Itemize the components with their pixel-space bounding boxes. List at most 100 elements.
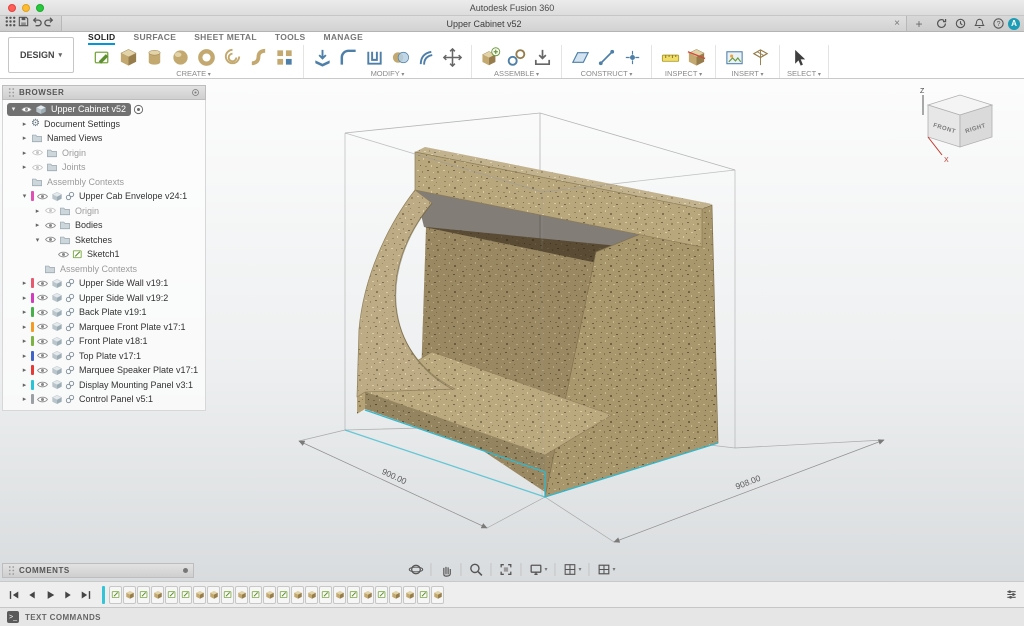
- bell-icon[interactable]: [973, 17, 986, 30]
- dimension-left-label[interactable]: 900.00: [380, 466, 408, 486]
- browser-tree-row[interactable]: ▸Upper Side Wall v19:2: [3, 291, 205, 306]
- tool-offset-icon[interactable]: [415, 46, 438, 69]
- visibility-eye-icon[interactable]: [36, 380, 49, 389]
- visibility-eye-icon[interactable]: [57, 250, 70, 259]
- browser-tree-row[interactable]: Sketch1: [3, 247, 205, 262]
- close-tab-icon[interactable]: ×: [894, 17, 900, 30]
- browser-tree-row[interactable]: ▾Upper Cabinet v52: [3, 102, 205, 117]
- browser-tree-row[interactable]: ▸Marquee Speaker Plate v17:1: [3, 363, 205, 378]
- step-back-button[interactable]: [24, 587, 40, 603]
- expander-down-icon[interactable]: ▾: [20, 192, 29, 200]
- timeline-feature-sketch[interactable]: [165, 586, 178, 604]
- timeline-feature-sketch[interactable]: [417, 586, 430, 604]
- timeline-feature-sketch[interactable]: [137, 586, 150, 604]
- timeline-feature-sketch[interactable]: [179, 586, 192, 604]
- selected-root-item[interactable]: ▾Upper Cabinet v52: [7, 103, 131, 116]
- browser-tree-row[interactable]: Assembly Contexts: [3, 262, 205, 277]
- tool-pipe-icon[interactable]: [247, 46, 270, 69]
- tool-sketch-icon[interactable]: [91, 46, 114, 69]
- visibility-eye-icon[interactable]: [31, 148, 44, 157]
- expander-right-icon[interactable]: ▸: [20, 395, 29, 403]
- pan-icon[interactable]: [438, 562, 453, 577]
- timeline-feature-sketch[interactable]: [249, 586, 262, 604]
- view-cube[interactable]: Z FRONT RIGHT X: [910, 85, 1010, 167]
- expander-right-icon[interactable]: ▸: [20, 149, 29, 157]
- viewport-canvas[interactable]: 900.00 908.00 Z FRONT RIGHT X BROWSER ▾U…: [0, 79, 1024, 581]
- step-forward-button[interactable]: [60, 587, 76, 603]
- browser-tree-row[interactable]: ▸Bodies: [3, 218, 205, 233]
- tool-move-icon[interactable]: [441, 46, 464, 69]
- expander-right-icon[interactable]: ▸: [20, 163, 29, 171]
- browser-tree-row[interactable]: ▸Display Mounting Panel v3:1: [3, 378, 205, 393]
- timeline-feature-sketch[interactable]: [319, 586, 332, 604]
- browser-tree-row[interactable]: ▸Upper Side Wall v19:1: [3, 276, 205, 291]
- browser-tree-row[interactable]: ▸Origin: [3, 204, 205, 219]
- ribbon-tab-manage[interactable]: MANAGE: [323, 32, 363, 45]
- display-icon[interactable]: ▾: [528, 562, 547, 577]
- visibility-eye-icon[interactable]: [31, 163, 44, 172]
- tool-decal-icon[interactable]: [723, 46, 746, 69]
- browser-tree-row[interactable]: ▸Control Panel v5:1: [3, 392, 205, 407]
- expander-right-icon[interactable]: ▸: [20, 279, 29, 287]
- comments-panel[interactable]: COMMENTS: [2, 563, 194, 578]
- timeline-feature-sketch[interactable]: [109, 586, 122, 604]
- visibility-eye-icon[interactable]: [36, 279, 49, 288]
- timeline-feature-sketch[interactable]: [347, 586, 360, 604]
- tool-sphere-icon[interactable]: [169, 46, 192, 69]
- timeline-feature-sketch[interactable]: [221, 586, 234, 604]
- browser-tree-row[interactable]: ▸Top Plate v17:1: [3, 349, 205, 364]
- visibility-eye-icon[interactable]: [36, 322, 49, 331]
- visibility-eye-icon[interactable]: [36, 192, 49, 201]
- ribbon-group-label[interactable]: INSERT ▾: [723, 69, 772, 78]
- browser-panel-header[interactable]: BROWSER: [2, 85, 206, 100]
- tool-torus-icon[interactable]: [195, 46, 218, 69]
- expander-right-icon[interactable]: ▸: [20, 323, 29, 331]
- panel-grip-icon[interactable]: [8, 87, 15, 98]
- help-icon[interactable]: ?: [992, 17, 1005, 30]
- tool-new-component-icon[interactable]: [479, 46, 502, 69]
- expander-right-icon[interactable]: ▸: [20, 134, 29, 142]
- grid-icon[interactable]: ▾: [562, 562, 581, 577]
- browser-tree-row[interactable]: ▾Sketches: [3, 233, 205, 248]
- tool-joint-icon[interactable]: [505, 46, 528, 69]
- expander-right-icon[interactable]: ▸: [33, 221, 42, 229]
- timeline-feature-extrude[interactable]: [263, 586, 276, 604]
- workspace-selector[interactable]: DESIGN ▾: [8, 37, 74, 73]
- browser-tree-row[interactable]: ▸⚙Document Settings: [3, 117, 205, 132]
- tool-box-icon[interactable]: [117, 46, 140, 69]
- tool-plane-icon[interactable]: [569, 46, 592, 69]
- tool-point-icon[interactable]: [621, 46, 644, 69]
- tool-pattern-icon[interactable]: [273, 46, 296, 69]
- skip-start-button[interactable]: [6, 587, 22, 603]
- tool-measure-icon[interactable]: [659, 46, 682, 69]
- expander-right-icon[interactable]: ▸: [20, 294, 29, 302]
- tool-fillet-icon[interactable]: [337, 46, 360, 69]
- timeline-feature-extrude[interactable]: [151, 586, 164, 604]
- fit-icon[interactable]: [498, 562, 513, 577]
- play-button[interactable]: [42, 587, 58, 603]
- redo-icon[interactable]: [43, 15, 56, 28]
- tool-select-icon[interactable]: [787, 46, 810, 69]
- ribbon-tab-surface[interactable]: SURFACE: [133, 32, 176, 45]
- undo-icon[interactable]: [30, 15, 43, 28]
- expander-right-icon[interactable]: ▸: [20, 366, 29, 374]
- text-commands-label[interactable]: TEXT COMMANDS: [25, 613, 101, 622]
- orbit-icon[interactable]: [408, 562, 423, 577]
- tool-insert-icon[interactable]: [531, 46, 554, 69]
- browser-tree-row[interactable]: ▸Back Plate v19:1: [3, 305, 205, 320]
- dimension-right-label[interactable]: 908.00: [734, 473, 762, 492]
- text-commands-icon[interactable]: >_: [7, 611, 19, 623]
- timeline-feature-extrude[interactable]: [305, 586, 318, 604]
- browser-tree-row[interactable]: ▾Upper Cab Envelope v24:1: [3, 189, 205, 204]
- visibility-eye-icon[interactable]: [36, 337, 49, 346]
- browser-tree-row[interactable]: ▸Joints: [3, 160, 205, 175]
- expander-right-icon[interactable]: ▸: [20, 381, 29, 389]
- zoom-icon[interactable]: [468, 562, 483, 577]
- browser-tree-row[interactable]: ▸Front Plate v18:1: [3, 334, 205, 349]
- tool-cylinder-icon[interactable]: [143, 46, 166, 69]
- cabinet-model[interactable]: [357, 147, 718, 497]
- ribbon-group-label[interactable]: ASSEMBLE ▾: [479, 69, 554, 78]
- timeline-feature-extrude[interactable]: [361, 586, 374, 604]
- timeline-feature-extrude[interactable]: [235, 586, 248, 604]
- browser-tree-row[interactable]: ▸Marquee Front Plate v17:1: [3, 320, 205, 335]
